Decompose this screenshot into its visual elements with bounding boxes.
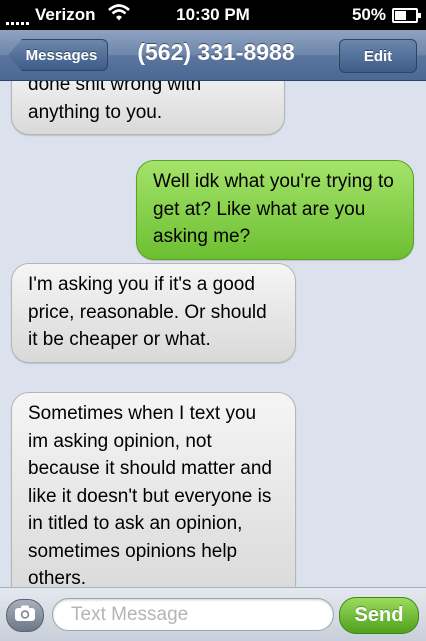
battery-percent: 50% <box>351 5 386 24</box>
incoming-message-bubble[interactable]: done shit wrong with anything to you. <box>11 81 285 135</box>
edit-button[interactable]: Edit <box>339 39 417 73</box>
battery-icon <box>392 7 421 23</box>
send-button[interactable]: Send <box>339 597 419 634</box>
status-bar: Verizon 10:30 PM 50% <box>0 0 426 30</box>
incoming-message-bubble[interactable]: Sometimes when I text you im asking opin… <box>11 392 296 587</box>
text-message-input[interactable]: Text Message <box>52 598 334 631</box>
battery-status: 50% <box>351 5 421 25</box>
camera-button[interactable] <box>6 599 44 632</box>
contact-title: (562) 331-8988 <box>137 39 295 65</box>
outgoing-message-bubble[interactable]: Well idk what you're trying to get at? L… <box>136 160 414 260</box>
message-thread[interactable]: done shit wrong with anything to you. We… <box>0 81 426 587</box>
incoming-message-bubble[interactable]: I'm asking you if it's a good price, rea… <box>11 263 296 363</box>
message-composer: Text Message Send <box>0 587 426 641</box>
camera-icon <box>14 605 36 627</box>
messages-back-button[interactable]: Messages <box>8 39 108 71</box>
navigation-bar: Messages (562) 331-8988 Edit <box>0 30 426 81</box>
